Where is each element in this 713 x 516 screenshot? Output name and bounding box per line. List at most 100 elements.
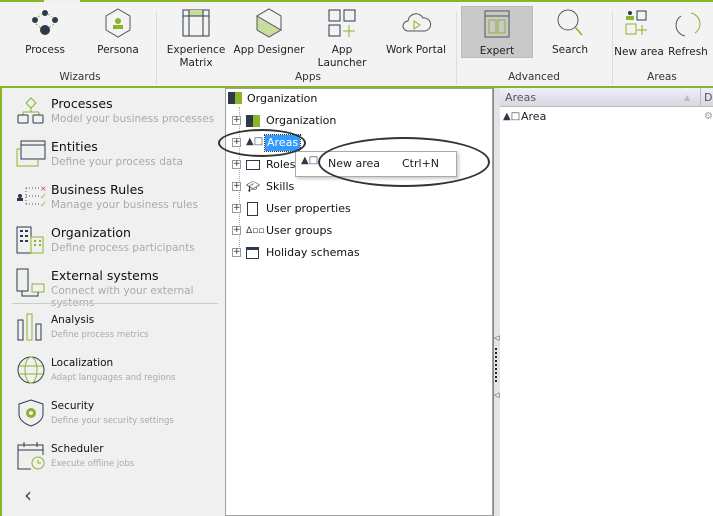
sidebar-item-desc: Execute offline jobs (51, 459, 135, 469)
list-row[interactable]: ▲□ Area ⚙ (502, 108, 713, 126)
app-designer-button[interactable]: App Designer (233, 6, 305, 57)
work-portal-icon (402, 13, 431, 32)
node-label: User groups (266, 224, 333, 237)
process-label: Process (25, 44, 65, 56)
tree-root-organization[interactable]: Organization (228, 90, 317, 108)
sidebar-item-title: Entities (51, 139, 98, 154)
collapse-sidebar-button[interactable]: ‹ (24, 483, 32, 507)
sidebar-item-title: Scheduler (51, 443, 104, 455)
expand-icon[interactable]: + (232, 226, 241, 235)
sidebar-item-desc: Define process metrics (51, 330, 149, 340)
process-button[interactable]: Process (15, 6, 75, 57)
node-label: Skills (266, 180, 295, 193)
calendar-icon (246, 247, 259, 259)
sidebar-item-title: Organization (51, 225, 131, 240)
svg-text:✓: ✓ (40, 200, 46, 209)
sidebar-item-desc: Define your process data (51, 156, 183, 168)
ribbon: Process Persona Experience Matrix App De… (0, 2, 713, 86)
splitter-grip[interactable] (495, 348, 497, 382)
app-launcher-icon (328, 9, 356, 37)
collapse-arrow-icon[interactable]: ◁ (494, 391, 499, 399)
new-area-icon: ▲□ (301, 155, 319, 166)
sidebar-item-desc: Manage your business rules (51, 199, 198, 211)
column-header-d[interactable]: D (700, 88, 712, 107)
search-label: Search (551, 44, 589, 56)
processes-icon (17, 97, 44, 124)
user-properties-icon (247, 202, 258, 216)
organization-icon (16, 226, 44, 254)
expert-icon (484, 10, 510, 38)
sidebar-item-entities[interactable]: Entities Define your process data (14, 137, 224, 179)
experience-matrix-label: Experience Matrix (166, 44, 226, 69)
app-launcher-label: App Launcher (317, 44, 367, 69)
shield-icon (18, 399, 44, 427)
scheduler-icon (17, 442, 45, 470)
persona-button[interactable]: Persona (88, 6, 148, 57)
expand-icon[interactable]: + (232, 160, 241, 169)
work-portal-button[interactable]: Work Portal (383, 6, 449, 57)
sidebar-item-localization[interactable]: Localization Adapt languages and regions (14, 353, 224, 395)
experience-matrix-button[interactable]: Experience Matrix (165, 6, 227, 70)
graduation-cap-icon: 🎓︎ (246, 180, 260, 193)
organization-icon (246, 115, 260, 127)
node-label: User properties (266, 202, 351, 215)
expand-icon[interactable]: + (232, 204, 241, 213)
refresh-button[interactable]: Refresh (666, 8, 710, 59)
node-label: Organization (266, 114, 337, 127)
process-icon (32, 10, 58, 35)
app-launcher-button[interactable]: App Launcher (306, 6, 378, 70)
search-button[interactable]: Search (540, 6, 600, 57)
persona-icon (105, 8, 131, 38)
sidebar-item-title: Security (51, 400, 95, 412)
expand-icon[interactable]: + (232, 182, 241, 191)
tree-node-organization[interactable]: + Organization (226, 112, 426, 130)
areas-list: Areas ▲ D ▲□ Area ⚙ (500, 88, 713, 516)
tree-node-holiday-schemas[interactable]: + Holiday schemas (226, 244, 426, 262)
highlight-annotation (218, 129, 306, 157)
column-header-areas[interactable]: Areas (505, 88, 536, 107)
sidebar-item-title: Processes (51, 96, 113, 111)
sidebar-item-organization[interactable]: Organization Define process participants (14, 223, 224, 265)
entities-icon (16, 140, 46, 167)
sidebar-item-title: Localization (51, 357, 114, 369)
group-separator (156, 12, 157, 84)
sidebar-item-desc: Model your business processes (51, 113, 215, 125)
sidebar-item-business-rules[interactable]: × ✓ ✓ Business Rules Manage your business … (14, 180, 224, 222)
sidebar-item-processes[interactable]: Processes Model your business processes (14, 94, 224, 136)
sidebar-item-external-systems[interactable]: External systems Connect with your exter… (14, 266, 224, 309)
work-portal-label: Work Portal (385, 44, 447, 56)
roles-icon (246, 160, 260, 170)
business-rules-icon: ×✓✓ (17, 184, 46, 209)
collapse-arrow-icon[interactable]: ◁ (494, 334, 499, 342)
sidebar-item-analysis[interactable]: Analysis Define process metrics (14, 310, 224, 352)
app-designer-label: App Designer (233, 44, 305, 56)
sidebar-item-scheduler[interactable]: Scheduler Execute offline jobs (14, 439, 224, 481)
new-area-label: New area (614, 46, 664, 58)
sidebar-item-title: External systems (51, 268, 159, 283)
expert-label: Expert (479, 45, 515, 57)
highlight-annotation (318, 137, 490, 187)
new-area-button[interactable]: New area (614, 8, 664, 59)
refresh-icon (675, 12, 701, 37)
sidebar-item-security[interactable]: Security Define your security settings (14, 396, 224, 438)
globe-icon (17, 356, 45, 384)
expert-button[interactable]: Expert (461, 6, 533, 58)
sidebar-divider (12, 303, 218, 304)
expand-icon[interactable]: + (232, 116, 241, 125)
tree-node-user-groups[interactable]: + ᐃ▫▫ User groups (226, 222, 426, 240)
group-label-advanced: Advanced (508, 71, 560, 83)
node-label: Organization (247, 92, 318, 105)
panel-splitter[interactable]: ◁ ◁ (493, 88, 500, 516)
search-icon (557, 9, 583, 36)
user-groups-icon: ᐃ▫▫ (246, 226, 265, 236)
list-header: Areas ▲ D (500, 88, 713, 107)
area-icon: ▲□ (503, 111, 521, 122)
row-label: Area (521, 110, 547, 123)
node-label: Holiday schemas (266, 246, 360, 259)
sidebar-item-title: Business Rules (51, 182, 144, 197)
sidebar-item-desc: Define process participants (51, 242, 195, 254)
sidebar-item-title: Analysis (51, 314, 95, 326)
sidebar-item-desc: Adapt languages and regions (51, 373, 176, 383)
tree-node-user-properties[interactable]: + User properties (226, 200, 426, 218)
expand-icon[interactable]: + (232, 248, 241, 257)
